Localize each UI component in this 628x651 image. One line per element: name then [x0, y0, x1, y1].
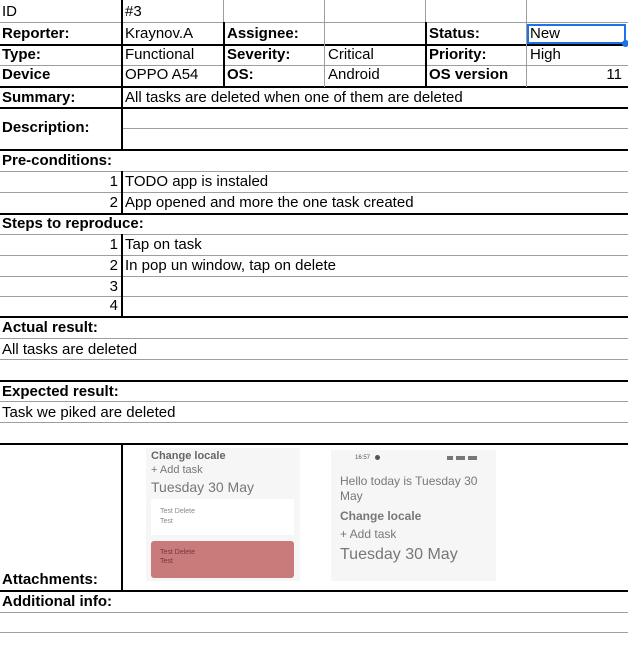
grid-line: [0, 171, 628, 172]
precondition-text[interactable]: App opened and more the one task created: [125, 194, 414, 212]
task-card-title: Test Delete: [160, 549, 196, 556]
grid-line: [121, 0, 123, 150]
grid-line: [0, 192, 628, 193]
step-number: 1: [109, 236, 118, 253]
step-text[interactable]: Tap on task: [125, 236, 202, 254]
step-text[interactable]: In pop un window, tap on delete: [125, 257, 336, 275]
selection-fill-handle[interactable]: [622, 40, 628, 47]
preconditions-label: Pre-conditions:: [2, 152, 113, 169]
grid-line: [0, 255, 628, 256]
grid-line: [0, 401, 628, 402]
attachment-screenshot[interactable]: 16:57 Hello today is Tuesday 30 May Chan…: [331, 450, 496, 581]
grid-line: [425, 0, 426, 22]
summary-value[interactable]: All tasks are deleted when one of them a…: [125, 89, 463, 107]
actual-result-label: Actual result:: [2, 319, 98, 336]
reporter-label: Reporter:: [2, 25, 70, 42]
grid-line: [223, 22, 225, 87]
screenshot-add-task: + Add task: [340, 527, 397, 541]
priority-value[interactable]: High: [530, 46, 561, 64]
device-label: Device: [2, 66, 51, 83]
steps-label: Steps to reproduce:: [2, 215, 144, 232]
additional-info-label: Additional info:: [2, 593, 112, 610]
summary-label: Summary:: [2, 89, 76, 106]
grid-line: [121, 443, 123, 590]
grid-line: [0, 22, 628, 23]
task-card: Test Delete Test: [151, 499, 294, 535]
grid-line: [0, 590, 628, 592]
grid-line: [121, 171, 123, 214]
precondition-number: 2: [109, 194, 118, 211]
actual-result-text[interactable]: All tasks are deleted: [2, 341, 137, 359]
priority-label: Priority:: [429, 46, 487, 63]
grid-line: [0, 443, 628, 445]
expected-result-text[interactable]: Task we piked are deleted: [2, 404, 175, 422]
step-number: 3: [109, 278, 118, 295]
precondition-number: 1: [109, 173, 118, 190]
screenshot-add-task: + Add task: [151, 464, 203, 476]
attachment-screenshot[interactable]: Change locale + Add task Tuesday 30 May …: [146, 448, 300, 581]
task-card-delete: Test Delete Test: [151, 541, 294, 578]
screenshot-date: Tuesday 30 May: [340, 546, 458, 563]
status-icons: [447, 456, 477, 460]
screenshot-title: Change locale: [340, 509, 422, 523]
grid-line: [122, 128, 628, 129]
grid-line: [0, 359, 628, 360]
grid-line: [0, 107, 628, 109]
screenshot-title: Change locale: [151, 450, 226, 462]
grid-line: [324, 0, 325, 87]
step-number: 2: [109, 257, 118, 274]
assignee-label: Assignee:: [227, 25, 299, 42]
severity-value[interactable]: Critical: [328, 46, 374, 64]
os-version-label: OS version: [429, 66, 509, 83]
grid-line: [0, 422, 628, 423]
grid-line: [0, 612, 628, 613]
grid-line: [0, 234, 628, 235]
grid-line: [0, 86, 628, 88]
expected-result-label: Expected result:: [2, 383, 119, 400]
grid-line: [425, 22, 427, 87]
type-value[interactable]: Functional: [125, 46, 194, 64]
grid-line: [0, 316, 628, 318]
grid-line: [0, 632, 628, 633]
status-bar-time: 16:57: [355, 455, 371, 461]
notification-icon: [375, 455, 380, 460]
screenshot-date: Tuesday 30 May: [151, 479, 254, 495]
type-label: Type:: [2, 46, 41, 63]
severity-label: Severity:: [227, 46, 291, 63]
screenshot-greeting: Hello today is Tuesday 30 May: [340, 474, 478, 503]
device-value[interactable]: OPPO A54: [125, 66, 198, 84]
step-number: 4: [109, 297, 118, 314]
grid-line: [0, 380, 628, 382]
grid-line: [0, 149, 628, 151]
task-card-text: Test: [160, 558, 173, 565]
os-label: OS:: [227, 66, 254, 83]
status-label: Status:: [429, 25, 480, 42]
id-label: ID: [2, 3, 17, 20]
reporter-value[interactable]: Kraynov.A: [125, 25, 193, 43]
os-version-value[interactable]: 11: [530, 66, 622, 84]
cell-selection: [527, 24, 626, 44]
task-card-title: Test Delete: [160, 508, 196, 515]
grid-line: [223, 0, 224, 22]
grid-line: [0, 276, 628, 277]
id-value[interactable]: #3: [125, 3, 142, 21]
grid-line: [121, 234, 123, 317]
precondition-text[interactable]: TODO app is instaled: [125, 173, 268, 191]
description-label: Description:: [2, 119, 90, 136]
grid-line: [0, 338, 628, 339]
os-value[interactable]: Android: [328, 66, 380, 84]
task-card-text: Test: [160, 518, 173, 525]
attachments-label: Attachments:: [2, 571, 98, 588]
